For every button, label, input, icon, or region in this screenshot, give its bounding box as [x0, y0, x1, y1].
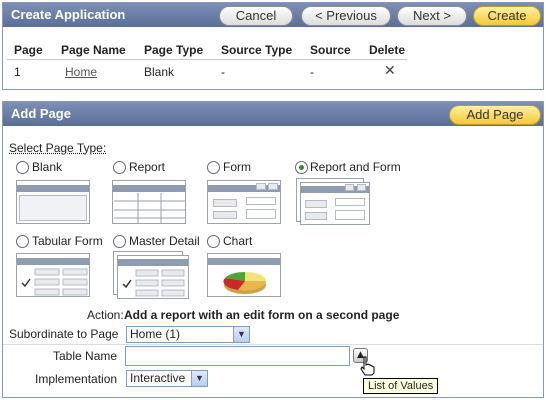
region-header: Create Application Cancel < Previous Nex… [3, 3, 543, 27]
delete-icon[interactable]: ✕ [384, 62, 396, 79]
action-label: Action: [87, 308, 124, 322]
column-header-source: Source [310, 43, 351, 57]
home-page-link[interactable]: Home [65, 65, 97, 79]
form-thumbnail[interactable] [207, 180, 281, 224]
thumb-field [335, 198, 365, 206]
create-button[interactable]: Create [473, 6, 541, 26]
next-button[interactable]: Next > [397, 6, 467, 26]
radio-master-detail[interactable] [113, 235, 126, 248]
radio-report[interactable] [113, 161, 126, 174]
field-divider [3, 344, 543, 345]
action-text: Add a report with an edit form on a seco… [124, 308, 400, 322]
report-and-form-thumbnail[interactable] [300, 182, 370, 225]
implementation-label: Implementation [35, 372, 118, 386]
add-page-region: Add Page Add Page Select Page Type: Blan… [2, 101, 544, 398]
column-header-page: Page [14, 43, 43, 57]
table-name-label: Table Name [53, 349, 118, 363]
thumb-bar [17, 185, 89, 192]
thumb-button [268, 183, 278, 190]
report-thumbnail[interactable] [112, 180, 186, 224]
implementation-value: Interactive [130, 371, 186, 385]
chevron-down-icon[interactable]: ▼ [191, 371, 207, 386]
thumb-field [246, 197, 276, 205]
label-master-detail: Master Detail [129, 234, 200, 248]
tabular-form-grid [21, 268, 88, 296]
radio-report-and-form[interactable] [295, 161, 308, 174]
label-blank: Blank [32, 160, 63, 174]
list-of-values-tooltip: List of Values [363, 378, 439, 394]
cell-source: - [310, 65, 314, 79]
radio-form[interactable] [207, 161, 220, 174]
thumb-button [256, 183, 266, 190]
report-grid [114, 193, 185, 223]
thumb-body [19, 195, 87, 221]
thumb-field [213, 211, 237, 219]
add-page-button[interactable]: Add Page [449, 105, 541, 125]
thumb-button [357, 184, 366, 191]
chevron-down-icon[interactable]: ▼ [233, 327, 249, 342]
region-header: Add Page Add Page [3, 102, 543, 126]
create-application-region: Create Application Cancel < Previous Nex… [2, 2, 544, 90]
label-form: Form [223, 160, 251, 174]
radio-tabular-form[interactable] [16, 235, 29, 248]
label-chart: Chart [223, 234, 253, 248]
blank-thumbnail[interactable] [16, 180, 90, 224]
chart-thumbnail[interactable] [207, 253, 281, 297]
radio-blank[interactable] [16, 161, 29, 174]
column-header-delete: Delete [369, 43, 406, 57]
tabular-form-thumbnail[interactable] [16, 253, 90, 297]
label-report: Report [129, 160, 166, 174]
master-detail-thumbnail[interactable] [117, 255, 189, 299]
cell-source-type: - [221, 65, 225, 79]
subordinate-value: Home (1) [130, 327, 181, 341]
pie-chart-icon [223, 271, 267, 294]
radio-chart[interactable] [207, 235, 220, 248]
thumb-field [305, 212, 327, 220]
region-title: Create Application [11, 7, 126, 22]
subordinate-label: Subordinate to Page [9, 327, 119, 341]
hand-cursor-icon [360, 356, 375, 376]
region-title: Add Page [11, 106, 71, 121]
cell-page: 1 [14, 65, 21, 79]
master-detail-grid [122, 269, 185, 297]
previous-button[interactable]: < Previous [301, 6, 391, 26]
cell-page-type: Blank [144, 65, 175, 79]
column-header-source-type: Source Type [221, 43, 293, 57]
column-header-page-name: Page Name [61, 43, 126, 57]
subordinate-select[interactable]: Home (1) ▼ [126, 326, 250, 343]
implementation-select[interactable]: Interactive ▼ [126, 370, 208, 387]
label-report-and-form: Report and Form [310, 160, 401, 174]
thumb-button [345, 184, 354, 191]
header-row-divider [7, 59, 407, 60]
label-tabular-form: Tabular Form [32, 234, 103, 248]
select-page-type-label: Select Page Type: [9, 141, 107, 155]
thumb-field [335, 210, 365, 220]
thumb-field [246, 209, 276, 219]
column-header-page-type: Page Type [144, 43, 204, 57]
thumb-field [305, 200, 327, 208]
table-name-input[interactable] [125, 346, 350, 366]
cancel-button[interactable]: Cancel [219, 6, 293, 26]
thumb-field [213, 199, 237, 207]
